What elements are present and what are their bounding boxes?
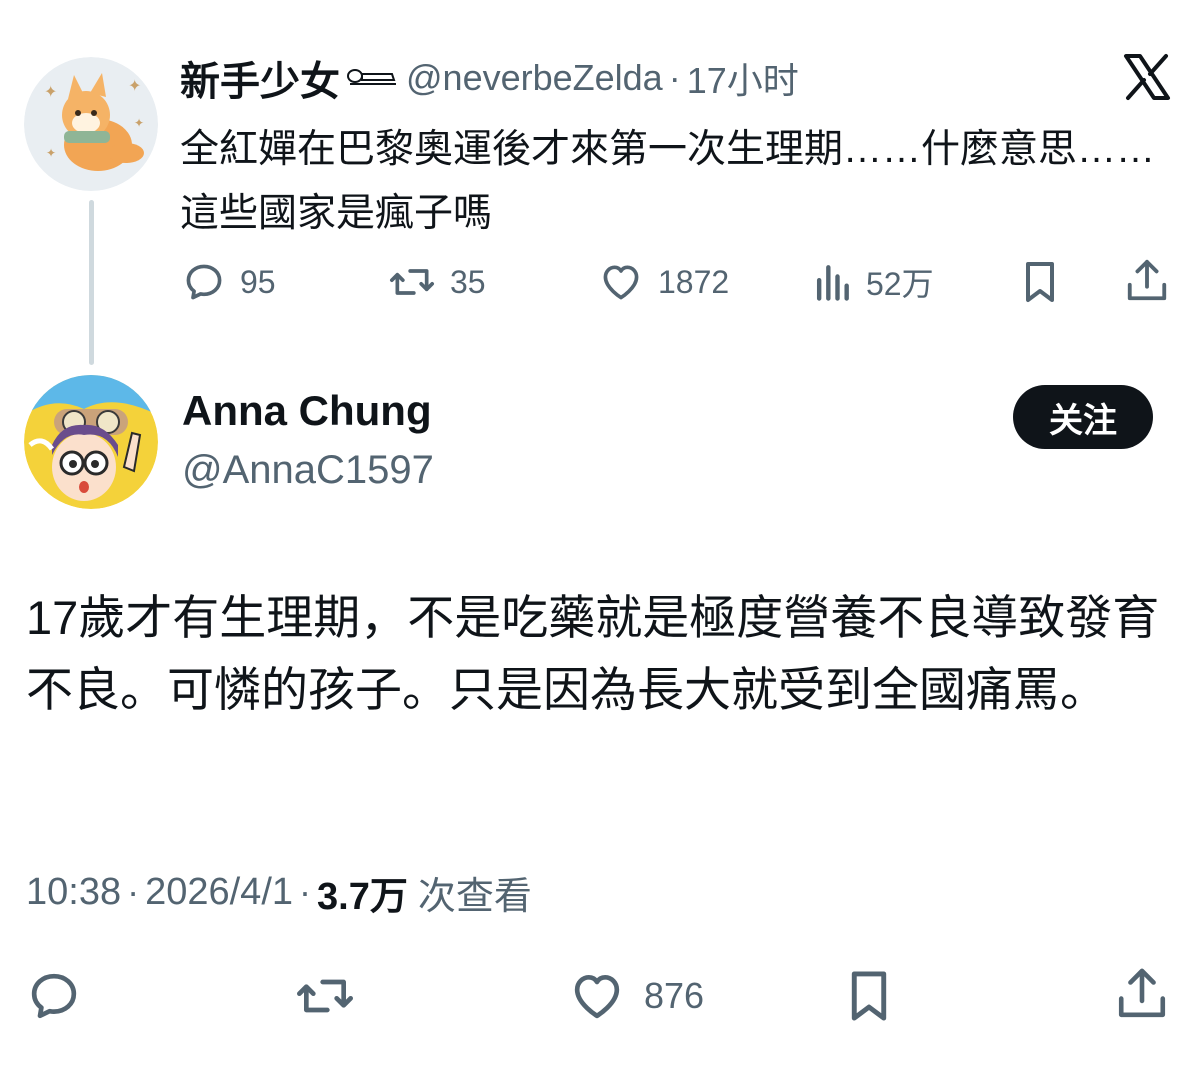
quoted-tweet-time[interactable]: 17小时: [687, 52, 799, 104]
retweet-icon: [297, 979, 353, 1013]
like-count: 1872: [658, 263, 730, 300]
like-button[interactable]: 876: [568, 966, 704, 1026]
thread-connector-line: [89, 200, 94, 365]
retweet-icon: [390, 269, 434, 295]
tweet-date[interactable]: 2026/4/1: [145, 871, 293, 914]
svg-text:✦: ✦: [44, 84, 57, 101]
quoted-author-avatar[interactable]: ✦ ✦ ✦ ✦: [24, 57, 158, 191]
meta-separator-2: ·: [299, 871, 312, 912]
reply-button[interactable]: [26, 966, 100, 1026]
retweet-action[interactable]: 35: [388, 258, 486, 306]
author-avatar[interactable]: [24, 375, 158, 509]
retweet-button[interactable]: [294, 966, 374, 1026]
x-logo-icon: [1122, 52, 1172, 102]
reply-icon: [186, 264, 222, 300]
views-count-main[interactable]: 3.7万: [317, 865, 408, 920]
author-name[interactable]: Anna Chung: [182, 387, 432, 435]
views-label: 次查看: [417, 875, 532, 918]
share-icon[interactable]: [1124, 256, 1170, 311]
svg-text:✦: ✦: [128, 78, 141, 95]
tweet-meta: 10:38 · 2026/4/1 · 3.7万 次查看: [26, 862, 532, 922]
tweet-time[interactable]: 10:38: [26, 871, 121, 914]
share-icon: [1118, 968, 1166, 1018]
lying-figure-emoji-icon: [346, 64, 398, 93]
svg-text:✦: ✦: [46, 146, 56, 160]
bookmark-icon[interactable]: [1018, 258, 1062, 311]
header-separator: ·: [668, 57, 681, 98]
meta-separator: ·: [127, 871, 140, 912]
like-action[interactable]: 1872: [598, 258, 729, 306]
reply-icon: [31, 973, 77, 1019]
author-handle[interactable]: @AnnaC1597: [182, 448, 434, 493]
reply-action[interactable]: 95: [182, 258, 276, 306]
quoted-tweet-header: 新手少女 @neverbeZelda · 17小时: [180, 52, 799, 104]
reply-count: 95: [240, 263, 276, 300]
retweet-count: 35: [450, 263, 486, 300]
quoted-author-name[interactable]: 新手少女: [180, 49, 340, 107]
bookmark-icon: [851, 971, 887, 1021]
heart-icon: [574, 975, 620, 1019]
bookmark-button[interactable]: [842, 966, 896, 1031]
share-button[interactable]: [1114, 964, 1170, 1029]
svg-text:✦: ✦: [134, 116, 144, 130]
follow-button[interactable]: 关注: [1013, 385, 1153, 449]
heart-icon: [603, 265, 639, 300]
analytics-icon: [816, 265, 849, 301]
like-count-main: 876: [644, 975, 705, 1016]
quoted-author-handle[interactable]: @neverbeZelda: [406, 57, 663, 99]
quoted-tweet-text: 全紅嬋在巴黎奧運後才來第一次生理期……什麼意思……這些國家是瘋子嗎: [180, 128, 1156, 235]
tweet-text: 17歲才有生理期，不是吃藥就是極度營養不良導致發育不良。可憐的孩子。只是因為長大…: [26, 591, 1160, 716]
views-count: 52万: [866, 266, 934, 302]
views-action[interactable]: 52万: [812, 258, 934, 306]
